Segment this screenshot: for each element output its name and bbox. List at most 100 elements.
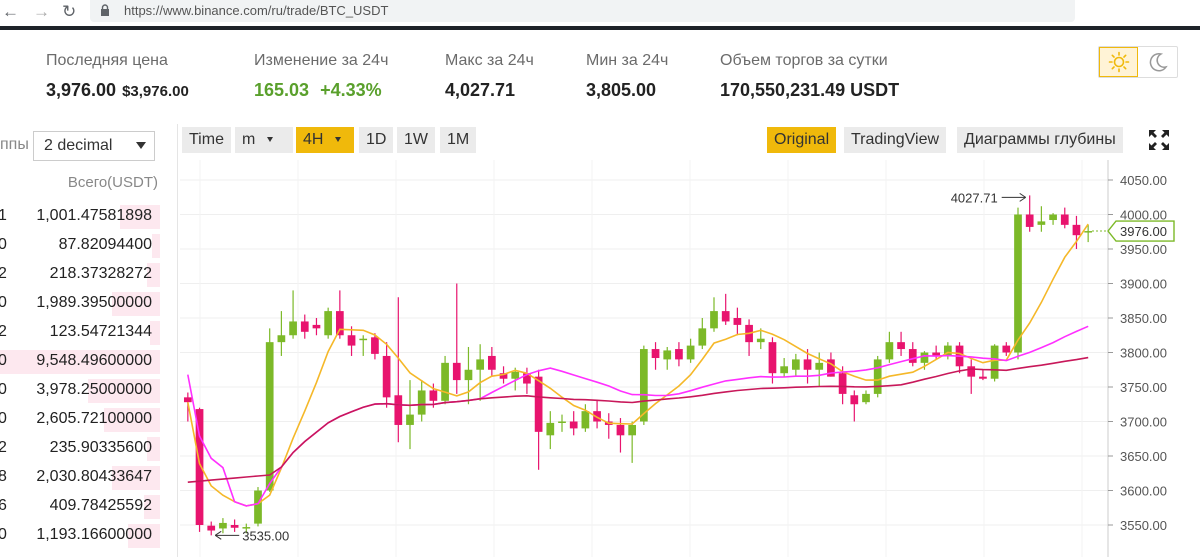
candle-up	[1084, 231, 1093, 233]
candle-down	[721, 311, 730, 322]
decimal-select[interactable]: 2 decimal	[33, 131, 155, 161]
current-price-label: 3976.00	[1120, 224, 1167, 239]
candle-up	[219, 522, 227, 529]
candle-up	[1014, 214, 1022, 353]
orderbook-total: 2,030.80433647	[36, 468, 152, 485]
chevron-down-icon	[136, 142, 146, 149]
candle-up	[815, 362, 824, 370]
candle-down	[312, 324, 321, 329]
orderbook-total: 1,193.16600000	[36, 526, 152, 543]
candle-down	[651, 349, 660, 359]
stat-change: Изменение за 24ч 165.03 +4.33%	[254, 52, 388, 101]
candle-up	[511, 371, 520, 379]
high-marker-label: 4027.71	[951, 190, 998, 205]
candle-up	[698, 328, 707, 346]
candle-down	[371, 337, 379, 354]
orderbook-row[interactable]: 2 218.37328272	[0, 260, 160, 288]
orderbook-total: 87.82094400	[58, 236, 152, 253]
forward-arrow-icon[interactable]: →	[33, 2, 50, 22]
lock-icon	[101, 4, 109, 16]
candle-down	[838, 373, 847, 394]
candle-up	[441, 362, 449, 401]
orderbook-total: 3,978.25000000	[36, 381, 152, 398]
candle-up	[277, 335, 286, 343]
orderbook-price-fragment: 0	[0, 526, 7, 543]
orderbook-row[interactable]: 1 1,001.47581898	[0, 202, 160, 230]
candle-down	[382, 355, 391, 398]
candle-down	[429, 390, 438, 401]
orderbook-price-fragment: 2	[0, 323, 7, 340]
candle-down	[452, 362, 461, 381]
candlestick-chart[interactable]: 4050.00 4000.00 3950.00 3900.00 3850.00 3800.…	[178, 124, 1178, 557]
sun-icon	[1108, 51, 1129, 73]
orderbook-price-fragment: 6	[0, 497, 7, 514]
candle-up	[663, 350, 672, 360]
light-theme-button[interactable]	[1099, 47, 1138, 77]
address-bar[interactable]: https://www.binance.com/ru/trade/BTC_USD…	[90, 0, 1075, 22]
orderbook-panel: ппы 2 decimal Всего(USDT) 1 1,001.4758189…	[0, 124, 162, 557]
low-label: Мин за 24ч	[586, 52, 669, 69]
orderbook-row[interactable]: 8 2,030.80433647	[0, 463, 160, 491]
volume-value: 170,550,231.49 USDT	[720, 80, 900, 100]
orderbook-price-fragment: 8	[0, 468, 7, 485]
candle-down	[768, 342, 777, 374]
y-tick-label: 3550.00	[1120, 518, 1167, 533]
candle-down	[534, 376, 543, 432]
orderbook-row[interactable]: 0 9,548.49600000	[0, 347, 160, 375]
y-tick-label: 3650.00	[1120, 449, 1167, 464]
candle-up	[686, 345, 695, 360]
candle-down	[230, 525, 239, 528]
candle-up	[990, 345, 999, 379]
low-marker-label: 3535.00	[242, 528, 289, 543]
orderbook-row[interactable]: 0 2,605.72100000	[0, 405, 160, 433]
candle-up	[710, 311, 718, 329]
orderbook-price-fragment: 0	[0, 352, 7, 369]
orderbook-row[interactable]: 0 1,193.16600000	[0, 521, 160, 549]
change-value: 165.03	[254, 80, 310, 100]
candle-down	[300, 321, 309, 332]
candle-up	[254, 490, 262, 524]
orderbook-row[interactable]: 2 235.90335600	[0, 434, 160, 462]
candle-down	[616, 424, 625, 436]
y-tick-label: 3750.00	[1120, 380, 1167, 395]
orderbook-row[interactable]: 0 1,989.39500000	[0, 289, 160, 317]
orderbook-price-fragment: 0	[0, 236, 7, 253]
candle-up	[873, 359, 882, 394]
decimal-select-value: 2 decimal	[44, 137, 113, 154]
candle-up	[324, 311, 333, 336]
change-label: Изменение за 24ч	[254, 52, 389, 69]
orderbook-total: 1,001.47581898	[36, 207, 152, 224]
low-value: 3,805.00	[586, 80, 657, 100]
candle-down	[1025, 214, 1034, 227]
back-arrow-icon[interactable]: ←	[2, 2, 19, 22]
candle-down	[908, 349, 917, 363]
orderbook-total: 9,548.49600000	[36, 352, 152, 369]
candle-down	[195, 409, 204, 525]
candle-down	[967, 366, 976, 377]
candle-up	[628, 424, 637, 436]
y-tick-label: 3700.00	[1120, 415, 1167, 430]
orderbook-row[interactable]: 0 87.82094400	[0, 231, 160, 259]
orderbook-total: 409.78425592	[49, 497, 152, 514]
candle-down	[335, 311, 344, 336]
orderbook-price-fragment: 0	[0, 294, 7, 311]
stat-last-price: Последняя цена 3,976.00 $3,976.00	[46, 52, 189, 101]
candle-down	[347, 335, 356, 346]
moon-icon	[1149, 53, 1168, 72]
candle-down	[569, 421, 578, 429]
high-label: Макс за 24ч	[445, 52, 534, 69]
reload-icon[interactable]: ↻	[62, 2, 76, 22]
high-value: 4,027.71	[445, 80, 516, 100]
orderbook-row[interactable]: 0 3,978.25000000	[0, 376, 160, 404]
dark-theme-button[interactable]	[1138, 47, 1177, 77]
depth-bar	[152, 234, 160, 258]
orderbook-row[interactable]: 6 409.78425592	[0, 492, 160, 520]
candle-up	[265, 342, 274, 491]
candle-up	[1049, 214, 1057, 221]
orderbook-row[interactable]: 2 123.54721344	[0, 318, 160, 346]
ma-line-short	[187, 223, 1089, 507]
candle-down	[803, 359, 812, 370]
orderbook-price-fragment: 2	[0, 265, 7, 282]
candle-up	[1037, 221, 1046, 225]
chart-panel: Time m 4H 1D 1W 1M Original TradingView …	[177, 124, 1177, 557]
